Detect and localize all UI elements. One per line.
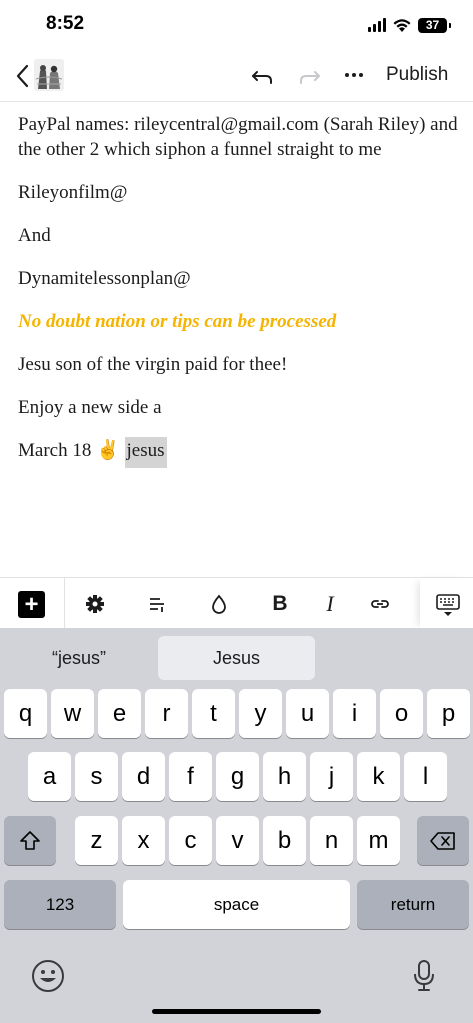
key-j[interactable]: j [310,752,353,801]
paragraph[interactable]: Dynamitelessonplan@ [18,266,458,291]
suggestion-primary[interactable]: Jesus [158,636,315,680]
suggestion-literal[interactable]: “jesus” [2,636,156,680]
key-y[interactable]: y [239,689,282,738]
link-icon [371,600,389,608]
redo-button[interactable] [296,63,322,89]
key-a[interactable]: a [28,752,71,801]
wifi-icon [393,18,411,32]
align-icon [150,598,164,612]
highlighted-paragraph[interactable]: No doubt nation or tips can be processed [18,309,458,334]
paragraph[interactable]: Enjoy a new side a [18,395,458,420]
home-indicator[interactable] [152,1009,321,1014]
key-d[interactable]: d [122,752,165,801]
editor-toolbar: Publish [0,50,473,102]
bold-button[interactable]: B [266,590,294,618]
keyboard-hide-icon [436,594,460,616]
text-color-button[interactable] [205,590,233,618]
more-dot [359,73,363,77]
signal-icon [368,18,386,32]
emoji-icon [32,960,64,992]
key-m[interactable]: m [357,816,400,865]
more-dot [345,73,349,77]
status-bar: 8:52 37 [0,0,473,50]
more-options-button[interactable] [342,62,366,88]
key-e[interactable]: e [98,689,141,738]
paragraph[interactable]: And [18,223,458,248]
post-editor[interactable]: PayPal names: rileycentral@gmail.com (Sa… [18,112,458,481]
key-f[interactable]: f [169,752,212,801]
status-time: 8:52 [46,13,85,34]
hide-keyboard-button[interactable] [435,592,461,618]
publish-button[interactable]: Publish [386,64,448,86]
paragraph[interactable]: PayPal names: rileycentral@gmail.com (Sa… [18,112,458,162]
key-u[interactable]: u [286,689,329,738]
key-h[interactable]: h [263,752,306,801]
return-key[interactable]: return [357,880,469,929]
site-avatar[interactable] [34,59,64,91]
numbers-key[interactable]: 123 [4,880,116,929]
key-i[interactable]: i [333,689,376,738]
paragraph-current[interactable]: March 18 ✌️ jesus [18,437,458,468]
key-z[interactable]: z [75,816,118,865]
block-settings-button[interactable] [81,590,109,618]
key-b[interactable]: b [263,816,306,865]
suggestion-empty[interactable] [317,636,471,680]
battery-icon: 37 [418,17,451,33]
selected-word[interactable]: jesus [124,437,167,468]
undo-icon [252,71,272,84]
microphone-icon [414,960,434,991]
more-dot [352,73,356,77]
redo-icon [300,71,320,84]
key-p[interactable]: p [427,689,470,738]
drop-icon [212,594,226,614]
paragraph-text: March 18 ✌️ [18,440,125,461]
status-icons: 37 [368,15,451,35]
key-g[interactable]: g [216,752,259,801]
plus-icon: + [24,590,39,618]
back-button[interactable] [10,62,34,90]
emoji-button[interactable] [30,958,66,994]
chevron-left-icon [16,64,29,88]
key-v[interactable]: v [216,816,259,865]
key-t[interactable]: t [192,689,235,738]
space-key[interactable]: space [123,880,350,929]
key-o[interactable]: o [380,689,423,738]
format-toolbar: + B I [0,577,473,629]
backspace-icon [430,831,455,850]
key-x[interactable]: x [122,816,165,865]
shift-key[interactable] [4,816,56,865]
key-w[interactable]: w [51,689,94,738]
align-button[interactable] [143,590,171,618]
link-button[interactable] [366,590,394,618]
delete-key[interactable] [417,816,469,865]
on-screen-keyboard: “jesus” Jesus q w e r t y u i o p a s d … [0,628,473,1023]
key-n[interactable]: n [310,816,353,865]
site-image [34,59,64,91]
key-k[interactable]: k [357,752,400,801]
italic-button[interactable]: I [316,590,344,618]
paragraph[interactable]: Rileyonfilm@ [18,180,458,205]
battery-level: 37 [425,18,440,32]
gear-icon [86,595,104,613]
add-block-button[interactable]: + [18,591,45,618]
dictation-button[interactable] [410,958,438,994]
key-c[interactable]: c [169,816,212,865]
divider [64,578,65,629]
undo-button[interactable] [250,63,276,89]
key-r[interactable]: r [145,689,188,738]
key-q[interactable]: q [4,689,47,738]
paragraph[interactable]: Jesu son of the virgin paid for thee! [18,352,458,377]
shift-icon [20,830,40,850]
key-s[interactable]: s [75,752,118,801]
key-l[interactable]: l [404,752,447,801]
